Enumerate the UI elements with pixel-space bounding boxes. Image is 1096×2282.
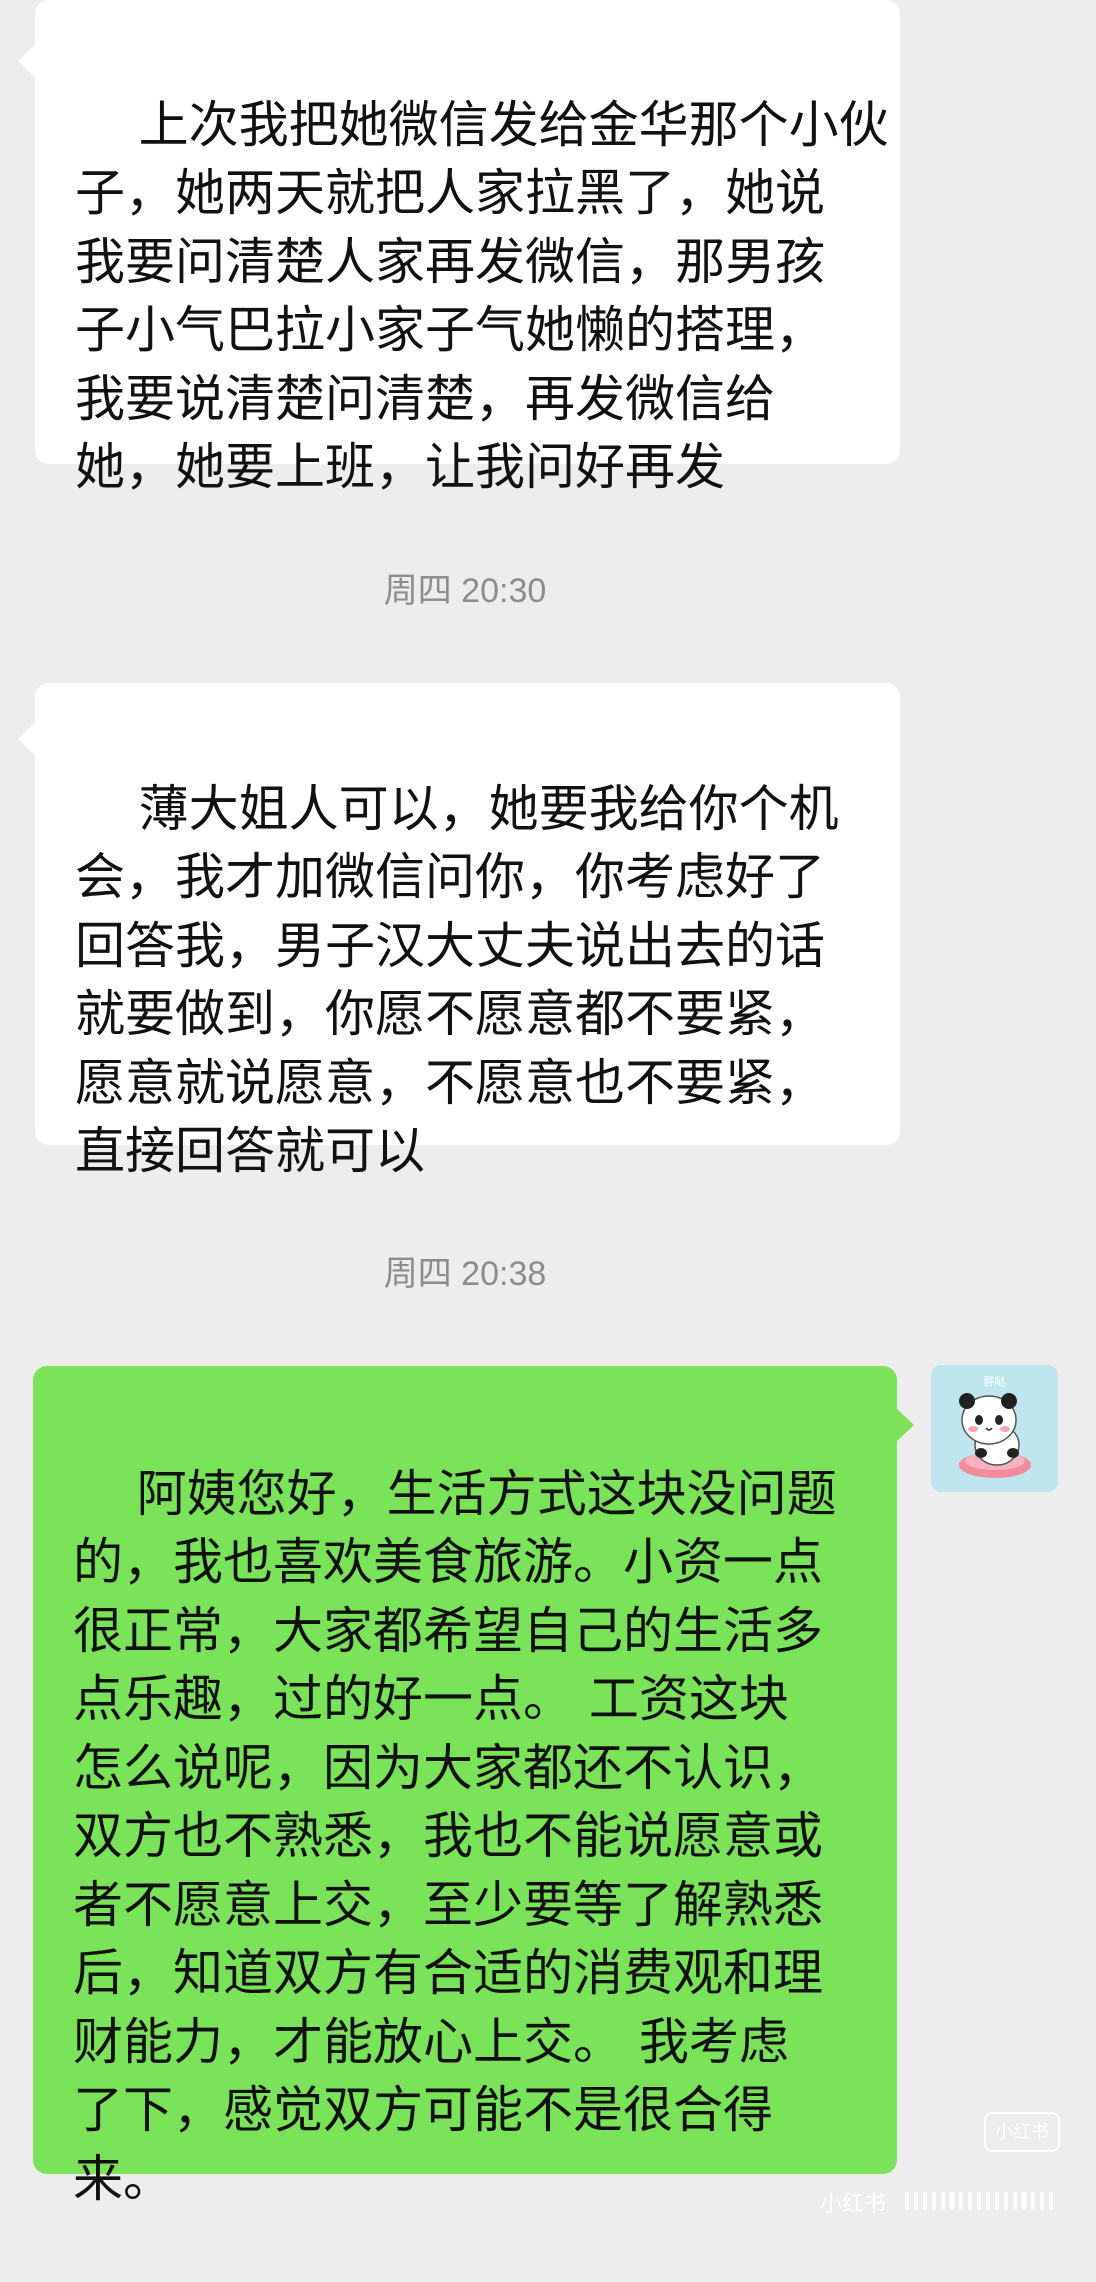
message-timestamp: 周四 20:30 bbox=[383, 572, 547, 610]
message-text: 阿姨您好，生活方式这块没问题 的，我也喜欢美食旅游。小资一点 很正常，大家都希望… bbox=[73, 1464, 837, 2208]
watermark-bar bbox=[905, 2192, 1055, 2210]
panda-sticker-icon bbox=[959, 1393, 1031, 1478]
incoming-bubble-tail bbox=[18, 44, 36, 78]
incoming-bubble-tail bbox=[18, 722, 36, 756]
watermark-text: 小红书 bbox=[820, 2191, 887, 2216]
message-text: 薄大姐人可以，她要我给你个机 会，我才加微信问你，你考虑好了 回答我，男子汉大丈… bbox=[75, 779, 839, 1181]
user-avatar[interactable]: 胖哒 bbox=[931, 1365, 1058, 1492]
incoming-message-bubble[interactable]: 上次我把她微信发给金华那个小伙 子，她两天就把人家拉黑了，她说 我要问清楚人家再… bbox=[35, 0, 900, 496]
watermark-badge-text: 小红书 bbox=[995, 2122, 1049, 2142]
watermark-badge: 小红书 bbox=[984, 2112, 1060, 2152]
message-timestamp: 周四 20:38 bbox=[383, 1255, 547, 1293]
outgoing-bubble-tail bbox=[896, 1408, 914, 1442]
chat-window: 上次我把她微信发给金华那个小伙 子，她两天就把人家拉黑了，她说 我要问清楚人家再… bbox=[0, 0, 1096, 2218]
outgoing-message-bubble[interactable]: 阿姨您好，生活方式这块没问题 的，我也喜欢美食旅游。小资一点 很正常，大家都希望… bbox=[33, 1366, 897, 2208]
incoming-message-bubble[interactable]: 薄大姐人可以，她要我给你个机 会，我才加微信问你，你考虑好了 回答我，男子汉大丈… bbox=[35, 683, 900, 1180]
message-text: 上次我把她微信发给金华那个小伙 子，她两天就把人家拉黑了，她说 我要问清楚人家再… bbox=[75, 95, 889, 497]
